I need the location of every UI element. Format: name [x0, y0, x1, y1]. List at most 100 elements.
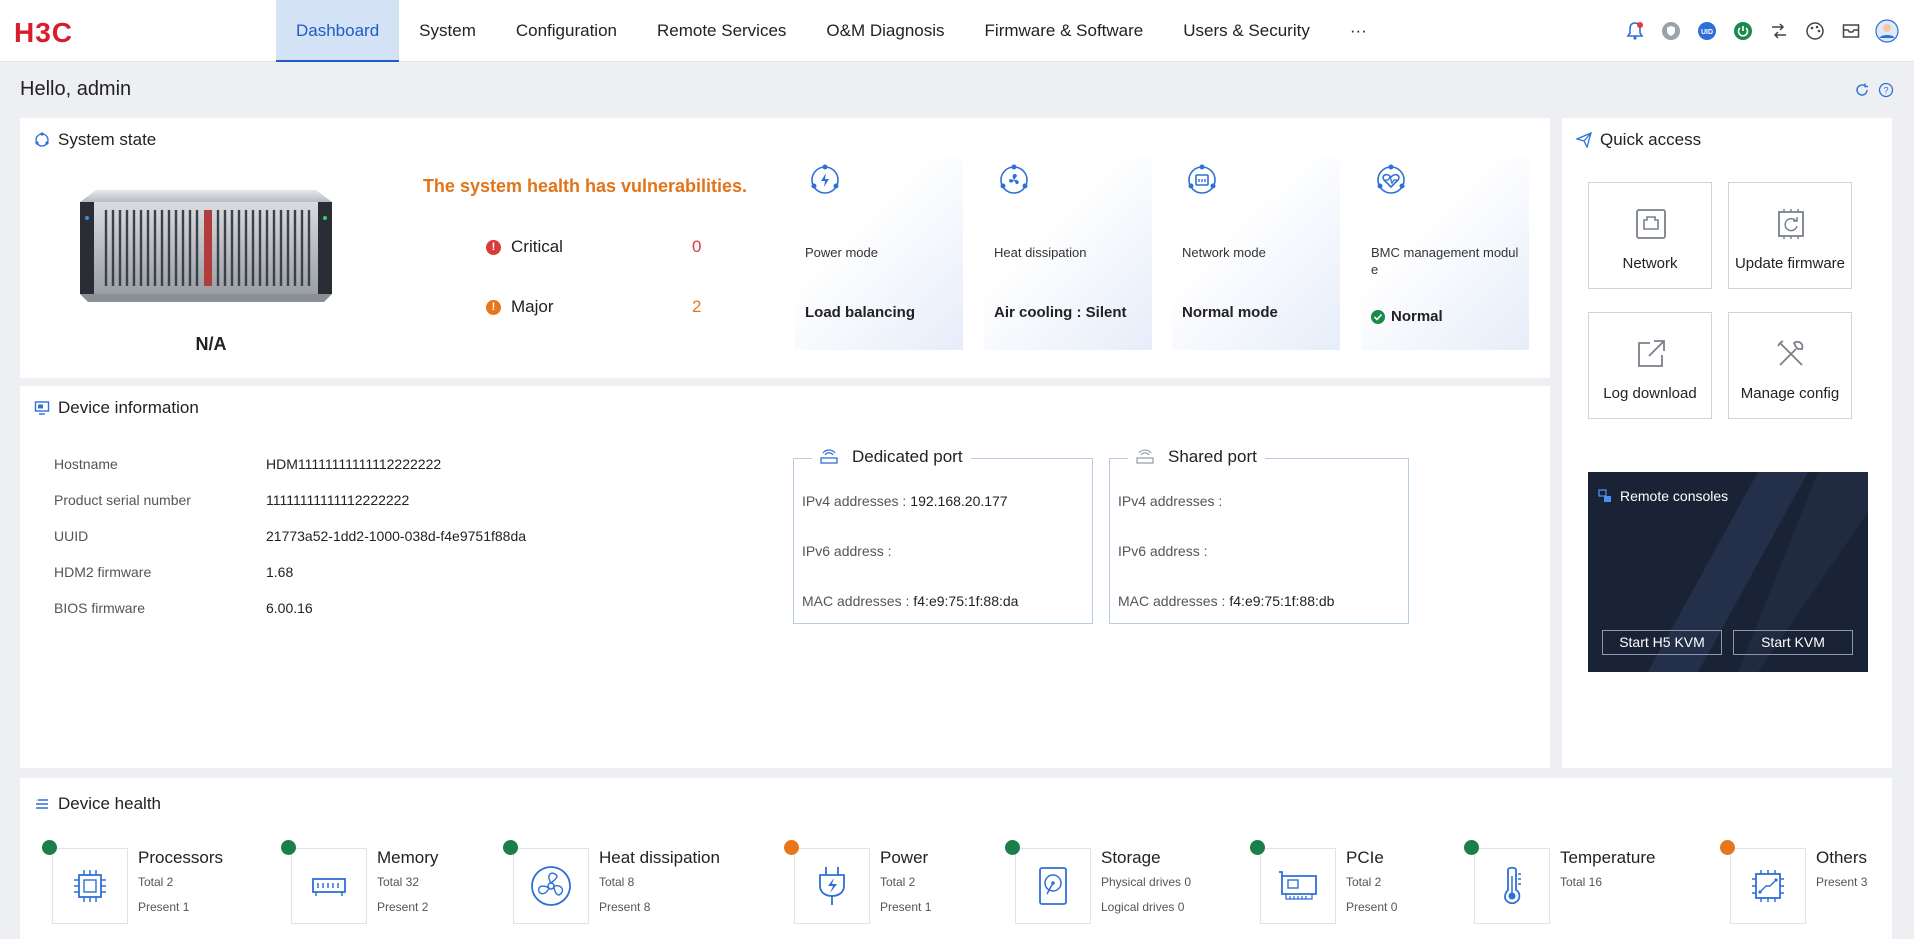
system-state-panel: System state N/A The system health has v… — [20, 118, 1550, 378]
router-icon — [820, 449, 838, 464]
nav-users-security[interactable]: Users & Security — [1163, 0, 1330, 62]
update-firmware-button[interactable]: Update firmware — [1728, 182, 1852, 289]
power-mode-icon — [811, 164, 839, 194]
start-kvm-button[interactable]: Start KVM — [1733, 630, 1853, 655]
memory-total: Total 32 — [377, 875, 420, 889]
mail-icon[interactable] — [1838, 18, 1864, 44]
heat-dissipation-label: Heat dissipation — [994, 245, 1087, 260]
update-firmware-label: Update firmware — [1734, 255, 1846, 272]
network-switch-icon[interactable] — [1766, 18, 1792, 44]
log-download-label: Log download — [1603, 385, 1697, 402]
power-mode-card: Power mode Load balancing — [795, 158, 963, 350]
others-tile — [1730, 848, 1806, 924]
user-avatar-icon[interactable] — [1874, 18, 1900, 44]
fan-icon — [1000, 164, 1028, 194]
heat-dissipation-value: Air cooling : Silent — [994, 304, 1127, 321]
console-windows-icon — [1598, 489, 1611, 502]
hostname-key: Hostname — [54, 456, 118, 472]
power-tile — [794, 848, 870, 924]
alarm-bell-icon[interactable] — [1622, 18, 1648, 44]
security-shield-icon[interactable] — [1658, 18, 1684, 44]
bmc-module-label: BMC management module — [1371, 245, 1519, 277]
nav-dashboard[interactable]: Dashboard — [276, 0, 400, 62]
nav-remote-services[interactable]: Remote Services — [637, 0, 806, 62]
router-icon — [1136, 449, 1154, 464]
h3c-logo[interactable]: H3C — [14, 18, 109, 46]
processor-tile — [52, 848, 128, 924]
system-state-label: System state — [58, 130, 157, 149]
refresh-icon[interactable] — [1854, 82, 1870, 98]
processors-status-dot — [42, 840, 57, 855]
dedicated-mac-label: MAC addresses : — [802, 593, 910, 609]
storage-physical-drives: Physical drives 0 — [1101, 875, 1192, 889]
bios-firmware-key: BIOS firmware — [54, 600, 146, 616]
shared-mac-label: MAC addresses : — [1118, 593, 1226, 609]
processors-name: Processors — [138, 848, 224, 867]
power-icon[interactable] — [1730, 18, 1756, 44]
network-quick-button[interactable]: Network — [1588, 182, 1712, 289]
major-alarm-row[interactable]: ! Major 2 — [486, 297, 701, 317]
heat-dissipation-value-text: Air cooling : Silent — [994, 304, 1127, 321]
quick-access-panel: Quick access Network Update firmware Log… — [1562, 118, 1892, 768]
memory-present: Present 2 — [377, 900, 429, 914]
manage-config-button[interactable]: Manage config — [1728, 312, 1852, 419]
theme-palette-icon[interactable] — [1802, 18, 1828, 44]
nav-system[interactable]: System — [399, 0, 496, 62]
temperature-tile — [1474, 848, 1550, 924]
log-download-button[interactable]: Log download — [1588, 312, 1712, 419]
major-alert-icon: ! — [486, 299, 501, 315]
power-status-dot — [784, 840, 799, 855]
hdm-firmware-value: 1.68 — [266, 564, 294, 580]
bios-firmware-value: 6.00.16 — [266, 600, 313, 616]
server-model-name: N/A — [195, 334, 227, 354]
processors-total: Total 2 — [138, 875, 174, 889]
nav-configuration[interactable]: Configuration — [496, 0, 637, 62]
quick-access-label: Quick access — [1600, 130, 1702, 149]
storage-status-dot — [1005, 840, 1020, 855]
nav-more[interactable]: ··· — [1330, 0, 1387, 62]
major-label: Major — [511, 297, 554, 316]
power-mode-value-text: Load balancing — [805, 304, 916, 321]
start-h5-kvm-button[interactable]: Start H5 KVM — [1602, 630, 1722, 655]
shared-ipv6-row: IPv6 address : — [1118, 543, 1212, 559]
heat-dissipation-card: Heat dissipation Air cooling : Silent — [984, 158, 1152, 350]
uid-text: UID — [1701, 29, 1713, 36]
bmc-module-card: BMC management module Normal — [1361, 158, 1529, 350]
device-information-panel: Device information Hostname HDM1111111111… — [20, 386, 1550, 768]
hostname-value: HDM11111111111112222222 — [266, 456, 442, 472]
heat-dissipation-status-dot — [503, 840, 518, 855]
processors-present: Present 1 — [138, 900, 190, 914]
thermometer-icon — [1504, 866, 1521, 905]
processor-chip-icon — [74, 870, 106, 902]
pcie-present: Present 0 — [1346, 900, 1398, 914]
storage-tile — [1015, 848, 1091, 924]
network-mode-value: Normal mode — [1182, 304, 1278, 321]
power-present: Present 1 — [880, 900, 932, 914]
network-mode-value-text: Normal mode — [1182, 304, 1278, 321]
uid-icon[interactable]: UID — [1694, 18, 1720, 44]
pcie-tile — [1260, 848, 1336, 924]
nav-firmware-software[interactable]: Firmware & Software — [965, 0, 1164, 62]
power-mode-value: Load balancing — [805, 304, 915, 321]
external-link-icon — [1638, 340, 1665, 367]
remote-consoles-label: Remote consoles — [1620, 488, 1729, 504]
dedicated-mac-value: f4:e9:75:1f:88:da — [913, 593, 1019, 609]
critical-alarm-row[interactable]: ! Critical 0 — [486, 237, 701, 257]
bmc-module-value: Normal — [1371, 308, 1443, 325]
fan-icon — [531, 866, 571, 906]
temperature-name: Temperature — [1560, 848, 1656, 867]
memory-module-icon — [312, 878, 346, 896]
health-warning-message: The system health has vulnerabilities. — [422, 176, 748, 196]
help-icon[interactable]: ? — [1878, 82, 1894, 98]
shared-port-title: Shared port — [1128, 447, 1265, 467]
device-information-label: Device information — [58, 398, 199, 417]
memory-status-dot — [281, 840, 296, 855]
remote-consoles-title: Remote consoles — [1598, 488, 1728, 504]
critical-alert-icon: ! — [486, 239, 501, 255]
quick-access-title: Quick access — [1576, 130, 1701, 150]
page-tools: ? — [1854, 82, 1894, 98]
others-status-dot — [1720, 840, 1735, 855]
nav-om-diagnosis[interactable]: O&M Diagnosis — [806, 0, 964, 62]
shared-ipv4-row: IPv4 addresses : — [1118, 493, 1226, 509]
circuit-board-icon — [1752, 870, 1784, 902]
